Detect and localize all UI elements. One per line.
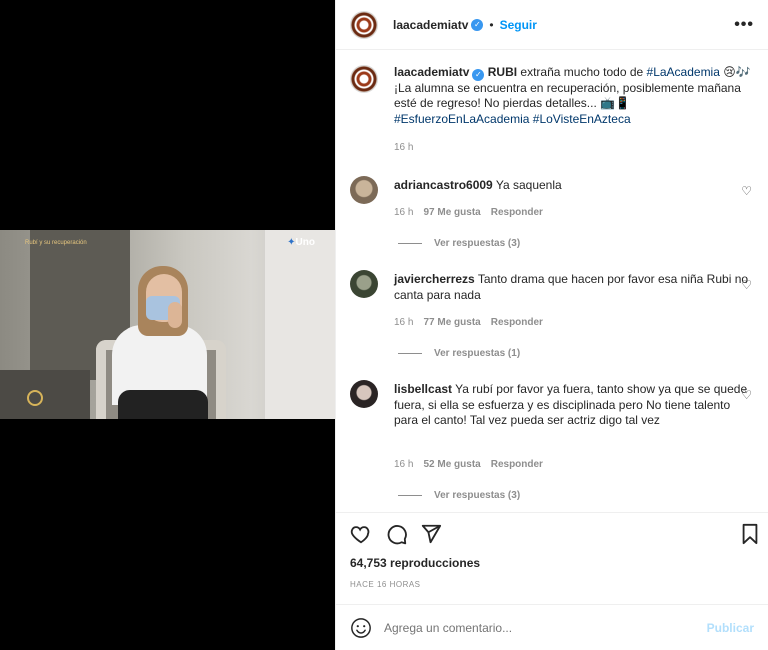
comment-meta: 16 h 52 Me gusta Responder: [394, 459, 543, 470]
replies-line: [398, 353, 422, 354]
comment-text: adriancastro6009 Ya saquenla: [394, 178, 749, 194]
comment-meta: 16 h 97 Me gusta Responder: [394, 207, 543, 218]
reply-button[interactable]: Responder: [491, 207, 543, 218]
like-comment-heart-icon[interactable]: ♡: [741, 388, 752, 402]
verified-badge-icon: ✓: [472, 68, 485, 81]
post-header: laacademiatv ✓ • Seguir •••: [336, 0, 768, 50]
account-avatar[interactable]: [350, 10, 378, 39]
hashtag-esfuerzo[interactable]: #EsfuerzoEnLaAcademia: [394, 112, 529, 126]
video-overlay-caption: Rubí y su recuperación: [25, 240, 87, 246]
post-actions: 64,753 reproducciones HACE 16 HORAS: [336, 512, 768, 600]
video-frame[interactable]: Rubí y su recuperación ✦Uno: [0, 230, 335, 419]
post-timestamp: HACE 16 HORAS: [350, 580, 421, 589]
comment-time[interactable]: 16 h: [394, 459, 413, 470]
more-options-icon[interactable]: •••: [734, 16, 754, 34]
replies-line: [398, 243, 422, 244]
commenter-username[interactable]: adriancastro6009: [394, 178, 493, 192]
background-sofa: [0, 370, 90, 419]
add-comment-bar: Publicar: [336, 604, 768, 650]
commenter-avatar[interactable]: [350, 176, 378, 204]
commenter-avatar[interactable]: [350, 270, 378, 298]
comment-bubble-icon[interactable]: [386, 523, 408, 545]
verified-badge-icon: ✓: [471, 18, 484, 31]
comment-likes[interactable]: 97 Me gusta: [423, 207, 480, 218]
view-replies-button[interactable]: Ver respuestas (3): [398, 490, 520, 501]
post-viewer: Rubí y su recuperación ✦Uno laacademiatv…: [0, 0, 768, 650]
emoji-smiley-icon[interactable]: [350, 617, 372, 639]
reply-button[interactable]: Responder: [491, 317, 543, 328]
reply-button[interactable]: Responder: [491, 459, 543, 470]
comment-likes[interactable]: 52 Me gusta: [423, 459, 480, 470]
commenter-avatar[interactable]: [350, 380, 378, 408]
post-side-panel: laacademiatv ✓ • Seguir ••• laacademiatv…: [335, 0, 768, 650]
hashtag-lovisteenazteca[interactable]: #LoVisteEnAzteca: [533, 112, 631, 126]
caption-text-1: extraña mucho todo de: [520, 65, 644, 79]
like-heart-icon[interactable]: [350, 523, 372, 545]
hashtag-laacademia[interactable]: #LaAcademia: [647, 65, 720, 79]
comment-likes[interactable]: 77 Me gusta: [423, 317, 480, 328]
share-send-icon[interactable]: [420, 523, 442, 545]
comment-meta: 16 h 77 Me gusta Responder: [394, 317, 543, 328]
view-replies-button[interactable]: Ver respuestas (1): [398, 348, 520, 359]
channel-logo-text: Uno: [295, 237, 315, 248]
publish-button[interactable]: Publicar: [707, 621, 754, 635]
caption-username[interactable]: laacademiatv: [394, 65, 469, 79]
academy-badge-icon: [27, 390, 43, 406]
comment-time[interactable]: 16 h: [394, 207, 413, 218]
caption-text: laacademiatv ✓ RUBI extraña mucho todo de…: [394, 65, 754, 127]
comment-time[interactable]: 16 h: [394, 317, 413, 328]
caption-time[interactable]: 16 h: [394, 142, 413, 153]
view-replies-label[interactable]: Ver respuestas (1): [434, 348, 520, 359]
view-replies-label[interactable]: Ver respuestas (3): [434, 490, 520, 501]
follow-button[interactable]: Seguir: [500, 18, 537, 32]
comment-text: lisbellcast Ya rubí por favor ya fuera, …: [394, 382, 749, 429]
dot-separator: •: [489, 17, 494, 32]
caption-avatar[interactable]: [350, 65, 378, 93]
account-username[interactable]: laacademiatv: [393, 18, 468, 32]
person-hand: [168, 302, 182, 328]
like-comment-heart-icon[interactable]: ♡: [741, 184, 752, 198]
replies-line: [398, 495, 422, 496]
person-legs: [118, 390, 208, 419]
video-panel[interactable]: Rubí y su recuperación ✦Uno: [0, 0, 335, 650]
save-bookmark-icon[interactable]: [740, 523, 760, 545]
comment-input[interactable]: [384, 620, 707, 635]
comment-text: javiercherrezs Tanto drama que hacen por…: [394, 272, 749, 303]
channel-logo: ✦Uno: [287, 237, 315, 248]
commenter-username[interactable]: javiercherrezs: [394, 272, 475, 286]
background-window: [265, 230, 335, 419]
caption-name: RUBI: [487, 65, 518, 79]
view-replies-label[interactable]: Ver respuestas (3): [434, 238, 520, 249]
comment-body: Ya saquenla: [495, 178, 562, 192]
view-count[interactable]: 64,753 reproducciones: [350, 556, 480, 570]
commenter-username[interactable]: lisbellcast: [394, 382, 452, 396]
view-replies-button[interactable]: Ver respuestas (3): [398, 238, 520, 249]
like-comment-heart-icon[interactable]: ♡: [741, 278, 752, 292]
comments-list[interactable]: laacademiatv ✓ RUBI extraña mucho todo de…: [336, 51, 768, 511]
